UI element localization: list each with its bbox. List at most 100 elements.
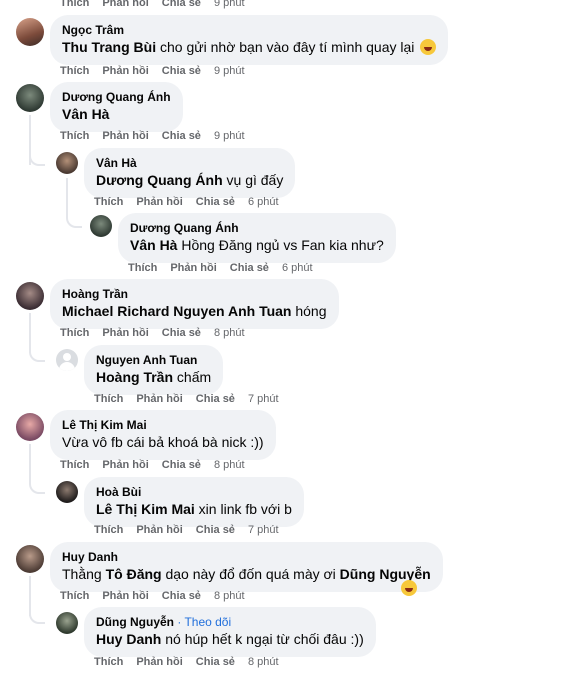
share-button[interactable]: Chia sẻ [196, 655, 235, 669]
like-button[interactable]: Thích [60, 326, 89, 340]
comment-author[interactable]: Vân Hà [96, 155, 283, 171]
comment-actions: Thích Phản hồi Chia sẻ 6 phút [94, 195, 292, 209]
grinning-sweat-emoji-icon [401, 580, 417, 596]
share-button[interactable]: Chia sẻ [162, 129, 201, 143]
share-button[interactable]: Chia sẻ [196, 195, 235, 209]
rolling-laughing-emoji-icon [420, 39, 437, 55]
timestamp: 7 phút [247, 524, 279, 536]
reply-button[interactable]: Phản hồi [170, 261, 216, 275]
mention-link[interactable]: Lê Thị Kim Mai [96, 501, 195, 517]
comment-bubble: Huy Danh Thằng Tô Đăng dạo này đổ đốn qu… [50, 542, 443, 592]
mention-link[interactable]: Thu Trang Bùi [62, 39, 156, 55]
default-avatar-icon [63, 353, 71, 361]
timestamp: 9 phút [213, 130, 245, 142]
comment-text: Michael Richard Nguyen Anh Tuan hóng [62, 303, 327, 319]
thread-connector [29, 346, 45, 362]
share-button[interactable]: Chia sẻ [162, 0, 201, 10]
thread-connector [29, 608, 45, 624]
comment-actions: Thích Phản hồi Chia sẻ 7 phút [94, 392, 292, 406]
mention-link[interactable]: Dương Quang Ánh [96, 172, 223, 188]
comment-text: Lê Thị Kim Mai xin link fb với b [96, 501, 292, 517]
comment-actions: Thích Phản hồi Chia sẻ 8 phút [60, 326, 258, 340]
comment-bubble: Hoàng Trần Michael Richard Nguyen Anh Tu… [50, 279, 339, 329]
comment-author[interactable]: Dũng Nguyễn · Theo dõi [96, 614, 364, 630]
timestamp: 7 phút [247, 393, 279, 405]
comment-actions: Thích Phản hồi Chia sẻ 8 phút [94, 655, 292, 669]
comment-author[interactable]: Dương Quang Ánh [130, 220, 384, 236]
avatar[interactable] [56, 349, 78, 371]
comment-actions: Thích Phản hồi Chia sẻ 8 phút [60, 589, 258, 603]
comment-author[interactable]: Dương Quang Ánh [62, 89, 171, 105]
comment-author[interactable]: Huy Danh [62, 549, 431, 565]
reply-button[interactable]: Phản hồi [102, 326, 148, 340]
reply-button[interactable]: Phản hồi [102, 129, 148, 143]
reply-bubble: Dương Quang Ánh Vân Hà Hồng Đăng ngủ vs … [118, 213, 396, 263]
reply-button[interactable]: Phản hồi [136, 392, 182, 406]
reply-bubble: Vân Hà Dương Quang Ánh vụ gì đấy [84, 148, 296, 198]
avatar[interactable] [56, 612, 78, 634]
share-button[interactable]: Chia sẻ [162, 458, 201, 472]
mention-link[interactable]: Vân Hà [62, 106, 109, 122]
mention-link[interactable]: Vân Hà [130, 237, 177, 253]
avatar[interactable] [16, 545, 44, 573]
share-button[interactable]: Chia sẻ [230, 261, 269, 275]
mention-link[interactable]: Dũng Nguyễn [340, 566, 431, 582]
avatar[interactable] [16, 18, 44, 46]
share-button[interactable]: Chia sẻ [162, 64, 201, 78]
like-button[interactable]: Thích [60, 129, 89, 143]
timestamp: 8 phút [213, 590, 245, 602]
like-button[interactable]: Thích [60, 589, 89, 603]
mention-link[interactable]: Hoàng Trần [96, 369, 173, 385]
comment-author[interactable]: Hoà Bùi [96, 484, 292, 500]
avatar[interactable] [90, 215, 112, 237]
timestamp: 8 phút [213, 459, 245, 471]
comment-text: Thu Trang Bùi cho gửi nhờ bạn vào đây tí… [62, 38, 437, 57]
comment-actions: Thích Phản hồi Chia sẻ 9 phút [60, 64, 258, 78]
reply-button[interactable]: Phản hồi [102, 64, 148, 78]
reply-button[interactable]: Phản hồi [136, 655, 182, 669]
timestamp: 6 phút [247, 196, 279, 208]
share-button[interactable]: Chia sẻ [196, 523, 235, 537]
share-button[interactable]: Chia sẻ [196, 392, 235, 406]
comment-author[interactable]: Hoàng Trần [62, 286, 327, 302]
reply-bubble: Nguyen Anh Tuan Hoàng Trần chấm [84, 345, 224, 395]
comment-author[interactable]: Nguyen Anh Tuan [96, 352, 211, 368]
comment-text: Thằng Tô Đăng dạo này đổ đốn quá mày ơi … [62, 566, 431, 582]
like-button[interactable]: Thích [94, 392, 123, 406]
avatar[interactable] [56, 481, 78, 503]
reply-button[interactable]: Phản hồi [102, 458, 148, 472]
like-button[interactable]: Thích [94, 195, 123, 209]
reply-button[interactable]: Phản hồi [102, 0, 148, 10]
thread-connector [66, 210, 82, 228]
avatar[interactable] [16, 413, 44, 441]
comment-actions: Thích Phản hồi Chia sẻ 9 phút [60, 129, 258, 143]
reply-button[interactable]: Phản hồi [136, 195, 182, 209]
comment-author[interactable]: Lê Thị Kim Mai [62, 417, 264, 433]
comment-text: Vừa vô fb cái bả khoá bà nick :)) [62, 434, 264, 450]
mention-link[interactable]: Michael Richard Nguyen Anh Tuan [62, 303, 291, 319]
thread-connector [29, 150, 45, 166]
comment-text: Hoàng Trần chấm [96, 369, 212, 385]
reply-button[interactable]: Phản hồi [102, 589, 148, 603]
like-button[interactable]: Thích [60, 0, 89, 10]
comment-text: Dương Quang Ánh vụ gì đấy [96, 172, 284, 188]
avatar[interactable] [56, 152, 78, 174]
like-button[interactable]: Thích [60, 64, 89, 78]
reply-button[interactable]: Phản hồi [136, 523, 182, 537]
share-button[interactable]: Chia sẻ [162, 589, 201, 603]
comment-bubble: Dương Quang Ánh Vân Hà [50, 82, 183, 132]
like-button[interactable]: Thích [94, 655, 123, 669]
reply-bubble: Dũng Nguyễn · Theo dõi Huy Danh nó húp h… [84, 607, 376, 657]
like-button[interactable]: Thích [60, 458, 89, 472]
avatar[interactable] [16, 282, 44, 310]
comment-author[interactable]: Ngọc Trâm [62, 22, 436, 38]
share-button[interactable]: Chia sẻ [162, 326, 201, 340]
like-button[interactable]: Thích [94, 523, 123, 537]
mention-link[interactable]: Huy Danh [96, 631, 161, 647]
avatar[interactable] [16, 84, 44, 112]
comment-actions: Thích Phản hồi Chia sẻ 8 phút [60, 458, 258, 472]
like-button[interactable]: Thích [128, 261, 157, 275]
timestamp: 9 phút [213, 65, 245, 77]
follow-link[interactable]: · Theo dõi [174, 615, 231, 629]
mention-link[interactable]: Tô Đăng [106, 566, 162, 582]
